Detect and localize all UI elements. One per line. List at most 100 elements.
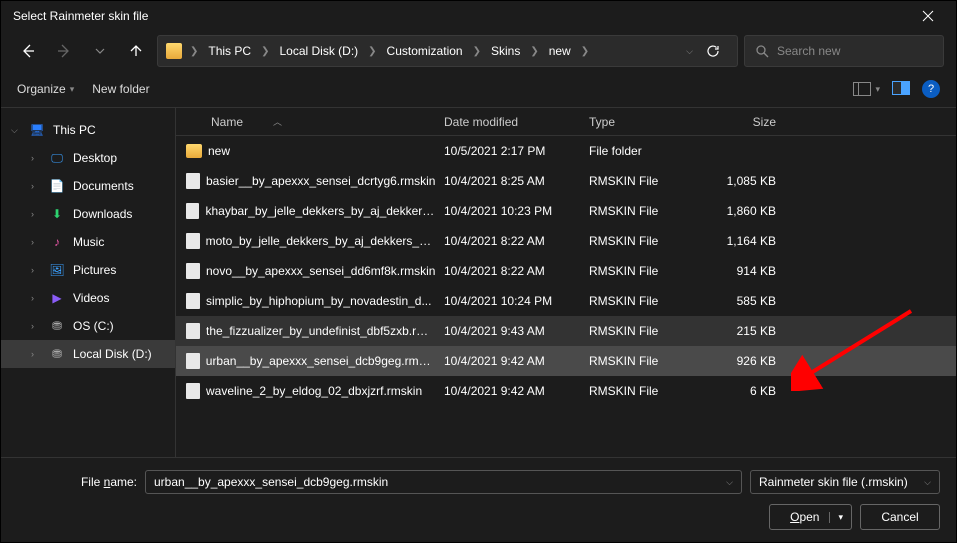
- column-name[interactable]: Name︿: [176, 115, 436, 129]
- file-size: 1,085 KB: [696, 174, 796, 188]
- folder-icon: [186, 144, 202, 158]
- file-row[interactable]: novo__by_apexxx_sensei_dd6mf8k.rmskin10/…: [176, 256, 956, 286]
- sidebar-item-videos[interactable]: › ▶ Videos: [1, 284, 175, 312]
- file-name: urban__by_apexxx_sensei_dcb9geg.rmskin: [206, 354, 436, 368]
- breadcrumb[interactable]: Skins: [489, 44, 522, 58]
- file-size: 215 KB: [696, 324, 796, 338]
- breadcrumb[interactable]: Local Disk (D:): [277, 44, 360, 58]
- search-placeholder: Search new: [777, 44, 840, 58]
- footer: File name: urban__by_apexxx_sensei_dcb9g…: [1, 457, 956, 542]
- file-row[interactable]: khaybar_by_jelle_dekkers_by_aj_dekkers_.…: [176, 196, 956, 226]
- file-icon: [186, 173, 200, 189]
- address-bar[interactable]: ❯ This PC ❯ Local Disk (D:) ❯ Customizat…: [157, 35, 738, 67]
- file-type: RMSKIN File: [581, 264, 696, 278]
- pc-icon: 🖥: [29, 122, 45, 138]
- address-dropdown-icon[interactable]: ⌵: [686, 46, 693, 57]
- close-button[interactable]: [908, 1, 948, 31]
- search-input[interactable]: Search new: [744, 35, 944, 67]
- breadcrumb[interactable]: This PC: [206, 44, 253, 58]
- expand-icon[interactable]: ›: [31, 209, 41, 219]
- file-row[interactable]: urban__by_apexxx_sensei_dcb9geg.rmskin10…: [176, 346, 956, 376]
- sidebar-item-documents[interactable]: › 📄 Documents: [1, 172, 175, 200]
- chevron-right-icon: ❯: [577, 46, 593, 57]
- file-icon: [186, 323, 200, 339]
- up-button[interactable]: [121, 36, 151, 66]
- back-button[interactable]: [13, 36, 43, 66]
- file-icon: [186, 353, 200, 369]
- file-icon: [186, 383, 200, 399]
- file-icon: [186, 233, 200, 249]
- recent-dropdown[interactable]: [85, 36, 115, 66]
- breadcrumb[interactable]: Customization: [385, 44, 465, 58]
- file-date: 10/4/2021 9:43 AM: [436, 324, 581, 338]
- dialog-title: Select Rainmeter skin file: [9, 9, 908, 23]
- sidebar-item-desktop[interactable]: › 🖵 Desktop: [1, 144, 175, 172]
- chevron-right-icon: ❯: [257, 46, 273, 57]
- chevron-down-icon: ▾: [70, 84, 75, 95]
- file-size: 926 KB: [696, 354, 796, 368]
- file-date: 10/4/2021 8:22 AM: [436, 264, 581, 278]
- file-type: RMSKIN File: [581, 354, 696, 368]
- file-row[interactable]: waveline_2_by_eldog_02_dbxjzrf.rmskin10/…: [176, 376, 956, 406]
- file-name: basier__by_apexxx_sensei_dcrtyg6.rmskin: [206, 174, 435, 188]
- view-button[interactable]: ▾: [853, 82, 880, 96]
- file-date: 10/4/2021 10:24 PM: [436, 294, 581, 308]
- sidebar-item-music[interactable]: › ♪ Music: [1, 228, 175, 256]
- sidebar-item-localdisk-d[interactable]: › ⛃ Local Disk (D:): [1, 340, 175, 368]
- file-name: simplic_by_hiphopium_by_novadestin_d...: [206, 294, 431, 308]
- file-name: moto_by_jelle_dekkers_by_aj_dekkers_de..…: [206, 234, 436, 248]
- desktop-icon: 🖵: [49, 150, 65, 166]
- file-pane: Name︿ Date modified Type Size new10/5/20…: [176, 108, 956, 457]
- chevron-right-icon: ❯: [469, 46, 485, 57]
- sidebar-item-pictures[interactable]: › 🖼 Pictures: [1, 256, 175, 284]
- file-row[interactable]: basier__by_apexxx_sensei_dcrtyg6.rmskin 1…: [176, 166, 956, 196]
- search-icon: [755, 44, 769, 58]
- file-type: RMSKIN File: [581, 204, 696, 218]
- file-size: 585 KB: [696, 294, 796, 308]
- filename-input[interactable]: urban__by_apexxx_sensei_dcb9geg.rmskin ⌵: [145, 470, 742, 494]
- titlebar: Select Rainmeter skin file: [1, 1, 956, 31]
- file-type: RMSKIN File: [581, 384, 696, 398]
- file-row[interactable]: new10/5/2021 2:17 PMFile folder: [176, 136, 956, 166]
- disk-icon: ⛃: [49, 346, 65, 362]
- chevron-right-icon: ❯: [364, 46, 380, 57]
- file-size: 1,860 KB: [696, 204, 796, 218]
- preview-button[interactable]: [892, 81, 910, 98]
- column-date[interactable]: Date modified: [436, 115, 581, 129]
- expand-icon[interactable]: ›: [31, 321, 41, 331]
- organize-button[interactable]: Organize ▾: [17, 82, 74, 96]
- file-icon: [186, 263, 200, 279]
- sidebar-item-thispc[interactable]: ⌵ 🖥 This PC: [1, 116, 175, 144]
- refresh-button[interactable]: [697, 35, 729, 67]
- file-name: khaybar_by_jelle_dekkers_by_aj_dekkers_.…: [205, 204, 436, 218]
- document-icon: 📄: [49, 178, 65, 194]
- file-type: RMSKIN File: [581, 234, 696, 248]
- breadcrumb[interactable]: new: [547, 44, 573, 58]
- toolbar: Organize ▾ New folder ▾ ?: [1, 71, 956, 107]
- file-row[interactable]: simplic_by_hiphopium_by_novadestin_d... 1…: [176, 286, 956, 316]
- cancel-button[interactable]: Cancel: [860, 504, 940, 530]
- file-row[interactable]: moto_by_jelle_dekkers_by_aj_dekkers_de..…: [176, 226, 956, 256]
- expand-icon[interactable]: ›: [31, 181, 41, 191]
- open-dropdown-icon[interactable]: ▾: [829, 512, 843, 523]
- expand-icon[interactable]: ›: [31, 349, 41, 359]
- sidebar-item-downloads[interactable]: › ⬇ Downloads: [1, 200, 175, 228]
- file-row[interactable]: the_fizzualizer_by_undefinist_dbf5zxb.rm…: [176, 316, 956, 346]
- open-button[interactable]: Open ▾: [769, 504, 852, 530]
- collapse-icon[interactable]: ⌵: [11, 125, 21, 136]
- file-name: the_fizzualizer_by_undefinist_dbf5zxb.rm…: [206, 324, 436, 338]
- column-size[interactable]: Size: [696, 115, 796, 129]
- expand-icon[interactable]: ›: [31, 265, 41, 275]
- sidebar-item-osc[interactable]: › ⛃ OS (C:): [1, 312, 175, 340]
- forward-button[interactable]: [49, 36, 79, 66]
- expand-icon[interactable]: ›: [31, 153, 41, 163]
- column-type[interactable]: Type: [581, 115, 696, 129]
- new-folder-button[interactable]: New folder: [92, 82, 149, 96]
- expand-icon[interactable]: ›: [31, 237, 41, 247]
- picture-icon: 🖼: [49, 262, 65, 278]
- video-icon: ▶: [49, 290, 65, 306]
- help-button[interactable]: ?: [922, 80, 940, 98]
- file-icon: [186, 293, 200, 309]
- expand-icon[interactable]: ›: [31, 293, 41, 303]
- filetype-filter[interactable]: Rainmeter skin file (.rmskin) ⌵: [750, 470, 940, 494]
